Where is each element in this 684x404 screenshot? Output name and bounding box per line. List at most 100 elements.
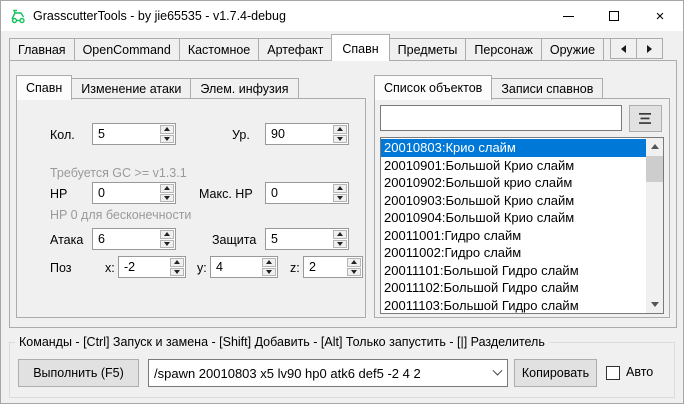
level-value[interactable]: 90 [266,124,332,144]
object-list-page: 20010803:Крио слайм20010901:Большой Крио… [374,98,670,318]
qty-down-icon[interactable] [160,135,174,144]
qty-label: Кол. [50,128,75,142]
pos-z-stepper[interactable]: 2 [303,256,363,278]
hp-stepper[interactable]: 0 [92,182,176,204]
list-item[interactable]: 20010903:Большой Крио слайм [381,192,646,210]
main-tab-Персонаж[interactable]: Персонаж [465,38,541,61]
hp-label: HP [50,187,67,201]
object-search-input[interactable] [380,105,622,131]
level-down-icon[interactable] [333,135,347,144]
pos-x-stepper[interactable]: -2 [118,256,186,278]
tab-scroll-right-icon[interactable] [636,38,663,59]
tab-scroll-left-icon[interactable] [610,38,637,59]
scroll-down-icon[interactable] [646,296,663,313]
main-tab-Кастомное[interactable]: Кастомное [179,38,259,61]
level-stepper[interactable]: 90 [265,123,349,145]
atk-down-icon[interactable] [160,240,174,249]
pos-x-down-icon[interactable] [170,268,184,277]
list-item[interactable]: 20010902:Большой крио слайм [381,174,646,192]
main-tab-Главная[interactable]: Главная [9,38,75,61]
auto-checkbox-label[interactable]: Авто [626,365,653,379]
hp-down-icon[interactable] [160,194,174,203]
pos-y-up-icon[interactable] [262,258,276,267]
app-logo-icon [10,8,27,25]
tab-scrollers [610,38,663,59]
object-list-tab-control: Список объектовЗаписи спавнов 20010803:К… [374,74,670,318]
pos-x-value[interactable]: -2 [119,257,169,277]
commands-group-title: Команды - [Ctrl] Запуск и замена - [Shif… [15,335,549,349]
main-tab-OpenCommand[interactable]: OpenCommand [74,38,180,61]
filter-lines-icon [638,112,653,125]
pos-y-stepper[interactable]: 4 [210,256,278,278]
run-button[interactable]: Выполнить (F5) [18,359,139,387]
def-down-icon[interactable] [333,240,347,249]
maximize-icon[interactable] [591,1,637,31]
scroll-up-icon[interactable] [646,138,663,155]
list-item[interactable]: 20011002:Гидро слайм [381,244,646,262]
main-tab-Спавн[interactable]: Спавн [331,34,389,61]
list-item[interactable]: 20010904:Большой Крио слайм [381,209,646,227]
list-item[interactable]: 20010803:Крио слайм [381,139,646,157]
copy-button[interactable]: Копировать [514,359,597,387]
maxhp-value[interactable]: 0 [266,183,332,203]
atk-stepper[interactable]: 6 [92,228,176,250]
level-up-icon[interactable] [333,125,347,134]
pos-z-down-icon[interactable] [347,268,361,277]
spawn-subtabs: СпавнИзменение атакиЭлем. инфузия [16,74,298,99]
window-title: GrasscutterTools - by jie65535 - v1.7.4-… [33,1,286,31]
def-stepper[interactable]: 5 [265,228,349,250]
list-item[interactable]: 20011102:Большой Гидро слайм [381,279,646,297]
object-list: 20010803:Крио слайм20010901:Большой Крио… [381,139,646,313]
maxhp-down-icon[interactable] [333,194,347,203]
spawn-form: Кол. 5 Ур. 90 Требуется GC >= v1.3.1 HP … [16,98,366,318]
maxhp-label: Макс. HP [199,187,253,201]
subtab-Изменение атаки[interactable]: Изменение атаки [71,78,191,99]
pos-z-up-icon[interactable] [347,258,361,267]
filter-button[interactable] [629,105,662,132]
subtab-Спавн[interactable]: Спавн [16,75,72,100]
def-value[interactable]: 5 [266,229,332,249]
auto-checkbox[interactable] [606,366,620,380]
pos-y-down-icon[interactable] [262,268,276,277]
subtab-Элем. инфузия[interactable]: Элем. инфузия [190,78,298,99]
atk-value[interactable]: 6 [93,229,159,249]
maxhp-stepper[interactable]: 0 [265,182,349,204]
object-listbox: 20010803:Крио слайм20010901:Большой Крио… [380,137,664,314]
main-tab-Артефакт[interactable]: Артефакт [258,38,332,61]
hp-value[interactable]: 0 [93,183,159,203]
hp-infinity-note: HP 0 для бесконечности [50,208,191,222]
def-up-icon[interactable] [333,230,347,239]
close-icon[interactable]: × [637,1,683,31]
main-tab-Предметы[interactable]: Предметы [389,38,467,61]
pos-y-label: y: [197,261,207,275]
minimize-icon[interactable] [545,1,591,31]
chevron-down-icon[interactable] [487,370,507,377]
pos-z-value[interactable]: 2 [304,257,346,277]
hp-up-icon[interactable] [160,184,174,193]
scroll-thumb[interactable] [646,156,663,182]
qty-stepper[interactable]: 5 [92,123,176,145]
gc-version-note: Требуется GC >= v1.3.1 [50,166,187,180]
pos-x-label: x: [105,261,115,275]
titlebar: GrasscutterTools - by jie65535 - v1.7.4-… [1,1,683,31]
pos-x-up-icon[interactable] [170,258,184,267]
maxhp-up-icon[interactable] [333,184,347,193]
command-text[interactable]: /spawn 20010803 x5 lv90 hp0 atk6 def5 -2… [149,366,487,381]
main-tab-Оружие[interactable]: Оружие [541,38,604,61]
spawn-subtab-control: СпавнИзменение атакиЭлем. инфузия Кол. 5… [16,74,366,318]
spawn-tab-page: СпавнИзменение атакиЭлем. инфузия Кол. 5… [9,60,677,328]
qty-value[interactable]: 5 [93,124,159,144]
list-item[interactable]: 20011001:Гидро слайм [381,227,646,245]
commands-groupbox: Команды - [Ctrl] Запуск и замена - [Shif… [9,342,675,398]
pos-y-value[interactable]: 4 [211,257,261,277]
atk-label: Атака [50,233,83,247]
list-item[interactable]: 20010901:Большой Крио слайм [381,157,646,175]
list-item[interactable]: 20011103:Большой Гидро слайм [381,297,646,315]
list-item[interactable]: 20011101:Большой Гидро слайм [381,262,646,280]
command-combobox[interactable]: /spawn 20010803 x5 lv90 hp0 atk6 def5 -2… [148,359,508,387]
right-tab-Записи спавнов[interactable]: Записи спавнов [491,78,603,99]
right-tab-Список объектов[interactable]: Список объектов [374,75,492,100]
atk-up-icon[interactable] [160,230,174,239]
qty-up-icon[interactable] [160,125,174,134]
list-scrollbar[interactable] [646,138,663,313]
